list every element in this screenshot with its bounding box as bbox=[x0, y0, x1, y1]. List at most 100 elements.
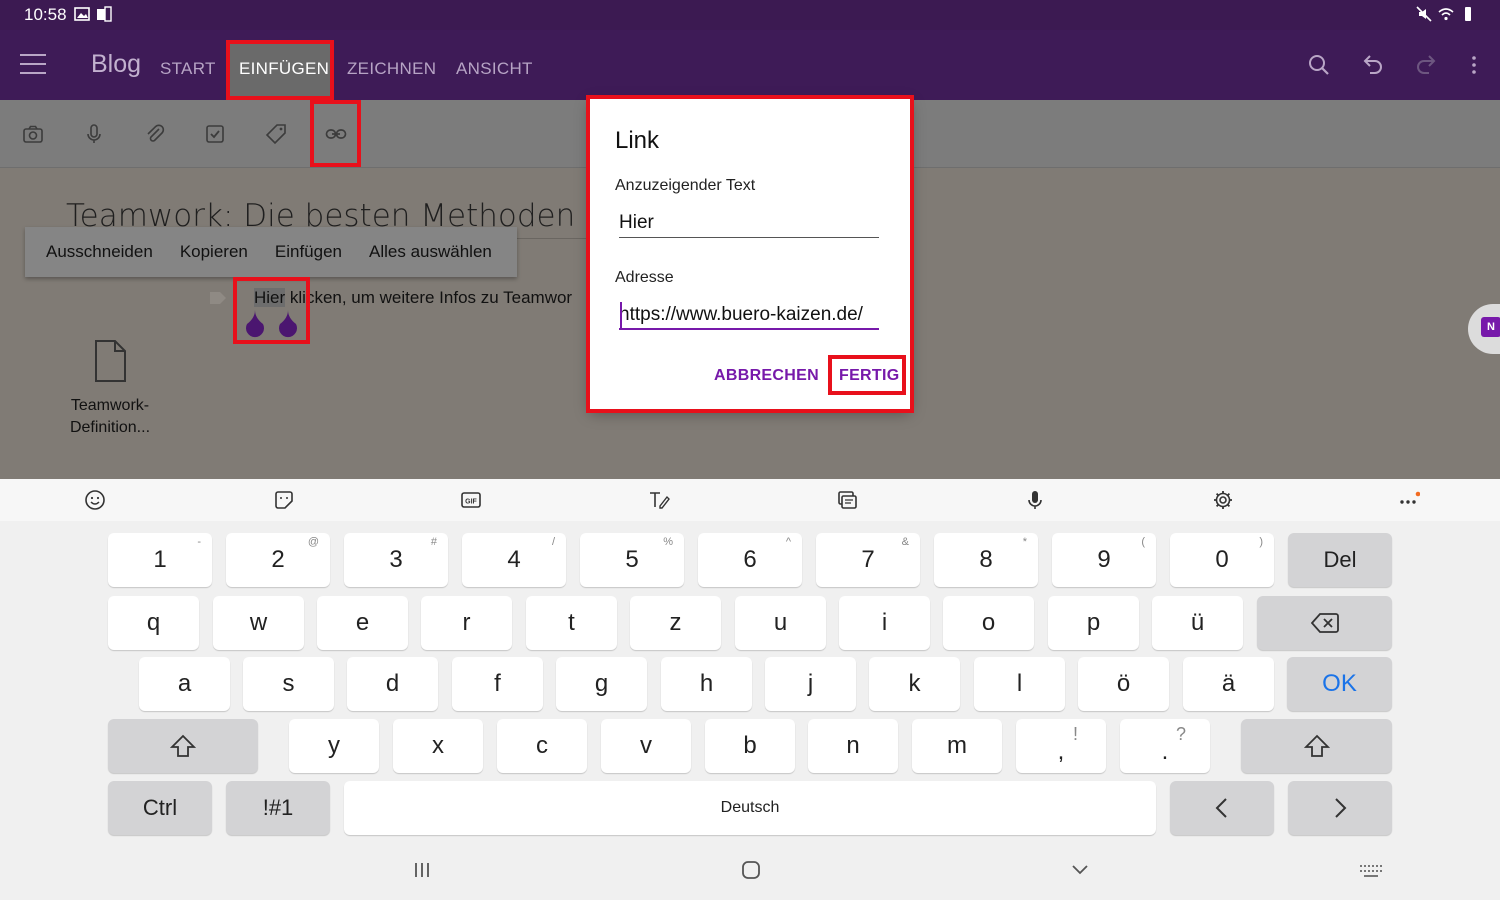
paragraph-handle-icon[interactable] bbox=[210, 292, 226, 304]
voice-input-icon[interactable] bbox=[1024, 489, 1046, 511]
shift-right-key[interactable] bbox=[1241, 719, 1392, 773]
context-select-all[interactable]: Alles auswählen bbox=[369, 242, 492, 262]
recent-apps-icon[interactable] bbox=[412, 860, 432, 880]
search-icon[interactable] bbox=[1306, 52, 1332, 78]
app-bar: Blog START EINFÜGEN ZEICHNEN ANSICHT bbox=[0, 30, 1500, 100]
selected-text[interactable]: Hier bbox=[254, 288, 286, 307]
address-field[interactable] bbox=[619, 299, 879, 331]
key-c[interactable]: c bbox=[497, 719, 587, 773]
key-t[interactable]: t bbox=[526, 596, 617, 650]
key-p[interactable]: p bbox=[1048, 596, 1139, 650]
key-q[interactable]: q bbox=[108, 596, 199, 650]
shift-left-key[interactable] bbox=[108, 719, 258, 773]
paragraph-rest[interactable]: klicken, um weitere Infos zu Teamwor bbox=[285, 288, 572, 307]
key-ae[interactable]: ä bbox=[1183, 657, 1274, 711]
camera-icon[interactable] bbox=[21, 122, 45, 146]
undo-icon[interactable] bbox=[1360, 52, 1386, 78]
key-g[interactable]: g bbox=[556, 657, 647, 711]
ctrl-key[interactable]: Ctrl bbox=[108, 781, 212, 835]
key-v[interactable]: v bbox=[601, 719, 691, 773]
hide-keyboard-icon[interactable] bbox=[1070, 860, 1090, 880]
context-paste[interactable]: Einfügen bbox=[275, 242, 342, 262]
tab-zeichnen[interactable]: ZEICHNEN bbox=[347, 59, 436, 79]
notebook-title[interactable]: Blog bbox=[91, 50, 141, 79]
sticker-icon[interactable] bbox=[273, 489, 295, 511]
cursor-right-key[interactable] bbox=[1288, 781, 1392, 835]
tab-ansicht[interactable]: ANSICHT bbox=[456, 59, 533, 79]
key-h[interactable]: h bbox=[661, 657, 752, 711]
display-text-field[interactable] bbox=[619, 207, 879, 239]
key-b[interactable]: b bbox=[705, 719, 795, 773]
file-attachment-label[interactable]: Teamwork- Definition... bbox=[50, 395, 170, 439]
space-key[interactable]: Deutsch bbox=[344, 781, 1156, 835]
key-d[interactable]: d bbox=[347, 657, 438, 711]
emoji-icon[interactable] bbox=[84, 489, 106, 511]
tag-icon[interactable] bbox=[264, 122, 288, 146]
key-z[interactable]: z bbox=[630, 596, 721, 650]
key-0[interactable]: 0) bbox=[1170, 533, 1274, 587]
checkbox-icon[interactable] bbox=[203, 122, 227, 146]
file-attachment-icon[interactable] bbox=[93, 340, 127, 382]
context-copy[interactable]: Kopieren bbox=[180, 242, 248, 262]
more-icon[interactable] bbox=[1398, 489, 1420, 511]
key-6[interactable]: 6 ^ bbox=[698, 533, 802, 587]
redo-icon[interactable] bbox=[1413, 52, 1439, 78]
paragraph-text[interactable]: Hier klicken, um weitere Infos zu Teamwo… bbox=[254, 288, 572, 308]
key-oe[interactable]: ö bbox=[1078, 657, 1169, 711]
cursor-left-key[interactable] bbox=[1170, 781, 1274, 835]
key-i[interactable]: i bbox=[839, 596, 930, 650]
onenote-logo-icon: N bbox=[1481, 317, 1500, 337]
key-y[interactable]: y bbox=[289, 719, 379, 773]
tab-start[interactable]: START bbox=[160, 59, 216, 79]
battery-icon bbox=[1465, 7, 1471, 21]
key-l[interactable]: l bbox=[974, 657, 1065, 711]
link-icon[interactable] bbox=[324, 122, 348, 146]
key-x[interactable]: x bbox=[393, 719, 483, 773]
microphone-icon[interactable] bbox=[82, 122, 106, 146]
home-icon[interactable] bbox=[741, 860, 761, 880]
more-options-icon[interactable] bbox=[1461, 52, 1487, 78]
key-comma[interactable]: ,! bbox=[1016, 719, 1106, 773]
handwriting-icon[interactable] bbox=[648, 489, 670, 511]
gif-icon[interactable]: GIF bbox=[460, 489, 482, 511]
key-9[interactable]: 9( bbox=[1052, 533, 1156, 587]
key-1[interactable]: 1- bbox=[108, 533, 212, 587]
delete-key[interactable]: Del bbox=[1288, 533, 1392, 587]
key-s[interactable]: s bbox=[243, 657, 334, 711]
key-k[interactable]: k bbox=[869, 657, 960, 711]
key-ue[interactable]: ü bbox=[1152, 596, 1243, 650]
key-2[interactable]: 2 @ bbox=[226, 533, 330, 587]
key-5[interactable]: 5% bbox=[580, 533, 684, 587]
onenote-floating-badge[interactable]: N bbox=[1468, 304, 1500, 354]
settings-icon[interactable] bbox=[1212, 489, 1234, 511]
keyboard-switch-icon[interactable] bbox=[1359, 863, 1383, 879]
key-j[interactable]: j bbox=[765, 657, 856, 711]
key-f[interactable]: f bbox=[452, 657, 543, 711]
context-cut[interactable]: Ausschneiden bbox=[46, 242, 153, 262]
key-8[interactable]: 8 * bbox=[934, 533, 1038, 587]
key-r[interactable]: r bbox=[421, 596, 512, 650]
backspace-key[interactable] bbox=[1257, 596, 1392, 650]
key-7[interactable]: 7 & bbox=[816, 533, 920, 587]
chevron-right-icon bbox=[1335, 798, 1347, 818]
selection-handles-icon[interactable] bbox=[242, 308, 302, 338]
key-a[interactable]: a bbox=[139, 657, 230, 711]
symbols-key[interactable]: !#1 bbox=[226, 781, 330, 835]
clipboard-icon[interactable] bbox=[836, 489, 858, 511]
hamburger-menu-icon[interactable] bbox=[20, 54, 46, 76]
tab-einfuegen[interactable]: EINFÜGEN bbox=[239, 59, 329, 79]
shift-icon bbox=[169, 734, 197, 757]
key-w[interactable]: w bbox=[213, 596, 304, 650]
key-period[interactable]: .? bbox=[1120, 719, 1210, 773]
ok-key[interactable]: OK bbox=[1287, 657, 1392, 711]
key-n[interactable]: n bbox=[808, 719, 898, 773]
key-m[interactable]: m bbox=[912, 719, 1002, 773]
attachment-icon[interactable] bbox=[143, 122, 167, 146]
key-4[interactable]: 4/ bbox=[462, 533, 566, 587]
key-3[interactable]: 3 # bbox=[344, 533, 448, 587]
cancel-button[interactable]: ABBRECHEN bbox=[714, 367, 819, 385]
key-o[interactable]: o bbox=[943, 596, 1034, 650]
key-e[interactable]: e bbox=[317, 596, 408, 650]
key-u[interactable]: u bbox=[735, 596, 826, 650]
done-button[interactable]: FERTIG bbox=[839, 367, 899, 385]
